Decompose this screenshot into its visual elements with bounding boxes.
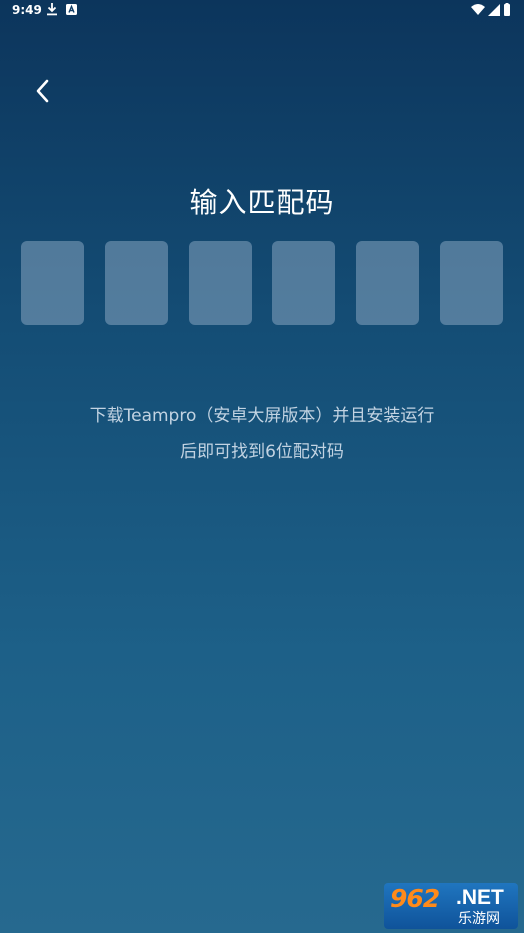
watermark-subtitle: 乐游网 (458, 911, 500, 927)
status-right-icons (471, 3, 510, 16)
code-digit-box-6[interactable] (440, 241, 503, 325)
status-bar: 9:49 (0, 0, 524, 22)
chevron-left-icon (36, 79, 49, 103)
code-digit-box-4[interactable] (272, 241, 335, 325)
back-button[interactable] (24, 72, 62, 110)
hint-text-line-1: 下载Teampro（安卓大屏版本）并且安装运行 (89, 406, 435, 426)
signal-icon (488, 4, 500, 16)
code-digit-box-5[interactable] (356, 241, 419, 325)
hint-text-line-2: 后即可找到6位配对码 (180, 442, 344, 462)
code-digit-box-2[interactable] (105, 241, 168, 325)
code-digit-box-1[interactable] (21, 241, 84, 325)
code-digit-box-3[interactable] (189, 241, 252, 325)
a-badge-icon (66, 4, 77, 15)
pairing-code-input[interactable] (21, 241, 503, 325)
watermark-number: 962 (390, 884, 440, 913)
wifi-icon (471, 4, 485, 15)
watermark-suffix: .NET (456, 886, 504, 909)
download-icon (47, 3, 57, 16)
site-watermark-logo: 962 .NET 乐游网 (384, 883, 518, 929)
battery-icon (504, 4, 510, 16)
status-time: 9:49 (12, 3, 42, 17)
page-title: 输入匹配码 (189, 186, 335, 219)
